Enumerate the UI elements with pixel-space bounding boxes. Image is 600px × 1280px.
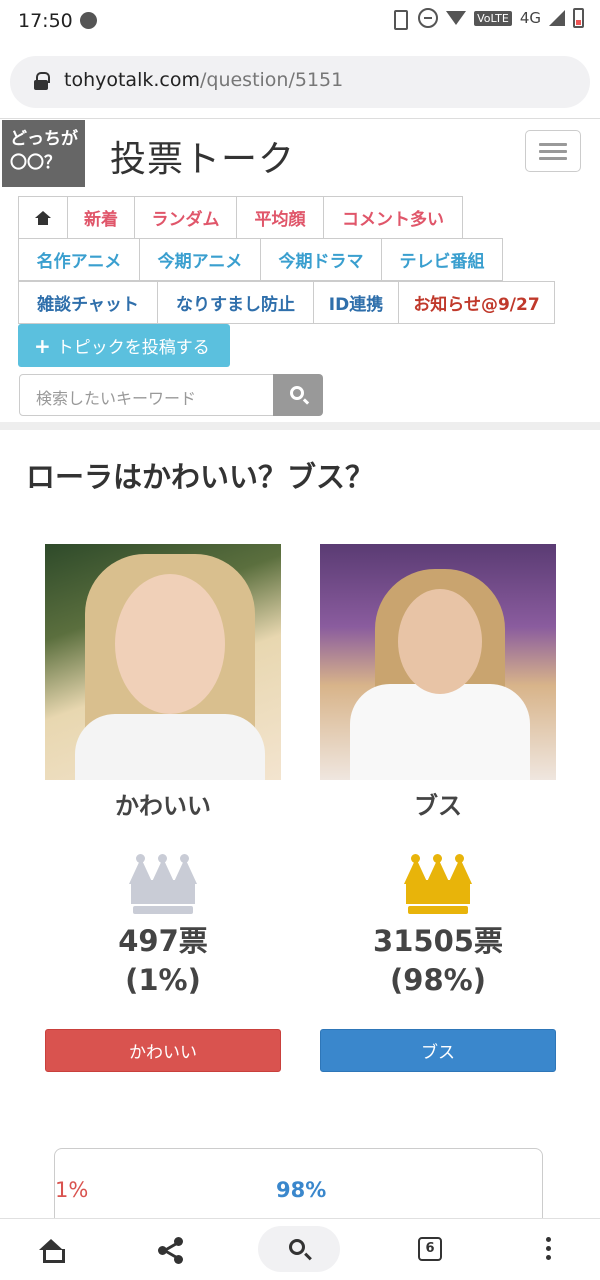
post-topic-label: トピックを投稿する	[56, 338, 210, 358]
nav-new[interactable]: 新着	[67, 196, 135, 239]
nav-tv-programs[interactable]: テレビ番組	[381, 238, 503, 281]
address-bar[interactable]: tohyotalk.com/question/5151	[10, 56, 590, 108]
nav-average-face[interactable]: 平均顔	[236, 196, 324, 239]
logo-line-1: どっちが	[10, 129, 78, 149]
wifi-icon	[446, 11, 467, 25]
vote-count-right: 31505票	[373, 924, 503, 958]
status-bar: 17:50 VoLTE 4G	[0, 0, 600, 44]
vibrate-icon	[388, 8, 410, 30]
nav-news[interactable]: お知らせ@9/27	[398, 281, 555, 324]
lock-icon	[34, 72, 50, 90]
home-icon	[35, 210, 51, 225]
app-notification-icon	[80, 12, 97, 29]
gold-crown-icon	[404, 854, 472, 916]
nav-id-link[interactable]: ID連携	[313, 281, 399, 324]
menu-bar-icon	[539, 157, 567, 160]
network-type: 4G	[519, 9, 541, 27]
logo-line-2: 〇〇？	[10, 153, 61, 173]
question-title: ローラはかわいい？ブス？	[26, 460, 375, 494]
home-icon[interactable]	[39, 1239, 65, 1263]
status-time: 17:50	[18, 10, 73, 32]
vote-percent-left: (1%)	[125, 963, 201, 997]
section-divider	[0, 422, 600, 430]
volte-badge: VoLTE	[474, 10, 512, 26]
vote-count-left: 497票	[118, 924, 208, 958]
search-icon	[289, 1239, 305, 1255]
nav-impersonation[interactable]: なりすまし防止	[157, 281, 314, 324]
search-icon	[290, 386, 304, 400]
vote-button-busu[interactable]: ブス	[320, 1029, 556, 1072]
menu-bar-icon	[539, 143, 567, 146]
result-percent-left: 1%	[55, 1178, 89, 1202]
photo-face	[115, 574, 225, 714]
silver-crown-icon	[129, 854, 197, 916]
signal-icon	[549, 10, 565, 26]
nav-row-2: 名作アニメ 今期アニメ 今期ドラマ テレビ番組	[18, 238, 503, 281]
status-icons: VoLTE 4G	[388, 8, 584, 30]
search-button[interactable]	[258, 1226, 340, 1272]
more-options-icon[interactable]	[546, 1237, 552, 1263]
browser-bottom-toolbar: 6	[0, 1218, 600, 1280]
nav-home[interactable]	[18, 196, 68, 239]
nav-row-3: 雑談チャット なりすまし防止 ID連携 お知らせ@9/27	[18, 281, 555, 324]
url-host: tohyotalk.com	[64, 69, 200, 91]
choice-image-left[interactable]	[45, 544, 281, 780]
share-icon[interactable]	[158, 1237, 184, 1264]
tabs-counter-icon[interactable]: 6	[418, 1237, 442, 1261]
battery-icon	[573, 8, 584, 28]
url-text[interactable]: tohyotalk.com/question/5151	[64, 69, 343, 91]
choice-image-right[interactable]	[320, 544, 556, 780]
plus-icon: +	[34, 333, 51, 358]
choice-label-right: ブス	[414, 792, 462, 820]
nav-row-1: 新着 ランダム 平均顔 コメント多い	[18, 196, 463, 239]
nav-chat[interactable]: 雑談チャット	[18, 281, 158, 324]
url-path: /question/5151	[199, 69, 344, 91]
result-percent-right: 98%	[276, 1178, 327, 1202]
photo-face	[398, 589, 482, 694]
hamburger-menu-button[interactable]	[525, 130, 581, 172]
search-button[interactable]	[273, 374, 323, 416]
choice-label-left: かわいい	[115, 792, 211, 820]
nav-season-anime[interactable]: 今期アニメ	[139, 238, 261, 281]
site-title[interactable]: 投票トーク	[110, 130, 295, 182]
nav-season-drama[interactable]: 今期ドラマ	[260, 238, 382, 281]
vote-button-kawaii[interactable]: かわいい	[45, 1029, 281, 1072]
do-not-disturb-icon	[418, 8, 439, 28]
photo-shirt	[75, 714, 265, 780]
menu-bar-icon	[539, 150, 567, 153]
divider	[0, 118, 600, 119]
photo-shirt	[350, 684, 530, 780]
post-topic-button[interactable]: + トピックを投稿する	[18, 324, 230, 367]
site-logo[interactable]: どっちが 〇〇？	[2, 120, 85, 187]
search-input[interactable]: 検索したいキーワード	[19, 374, 274, 416]
nav-many-comments[interactable]: コメント多い	[323, 196, 463, 239]
nav-classic-anime[interactable]: 名作アニメ	[18, 238, 140, 281]
vote-percent-right: (98%)	[390, 963, 486, 997]
nav-random[interactable]: ランダム	[134, 196, 237, 239]
